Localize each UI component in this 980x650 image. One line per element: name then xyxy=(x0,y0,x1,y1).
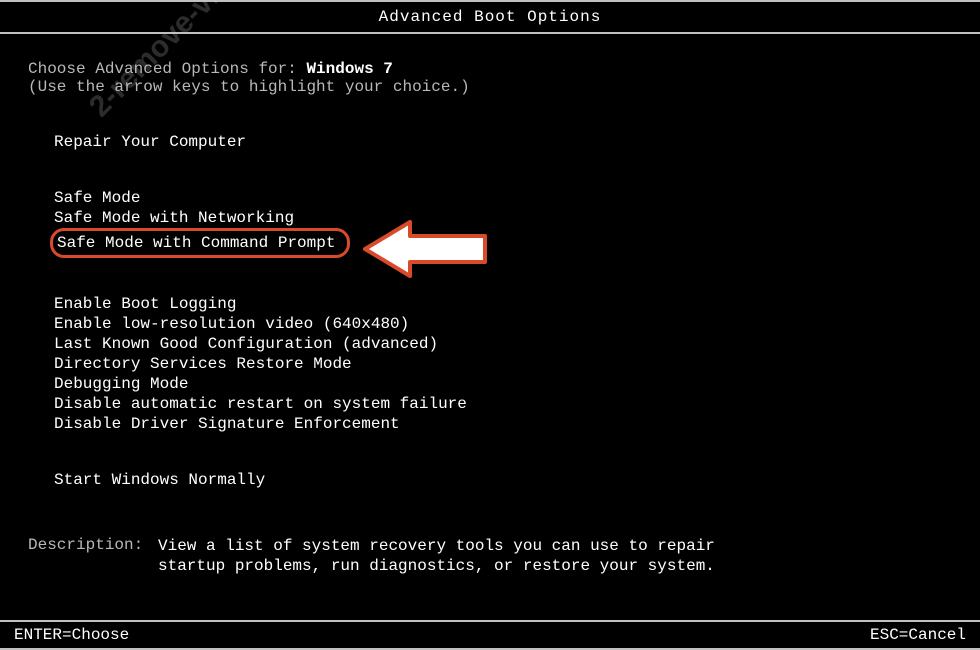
footer-enter-hint: ENTER=Choose xyxy=(14,626,129,644)
menu-item-directory-services[interactable]: Directory Services Restore Mode xyxy=(50,354,356,374)
menu-item-safe-mode-networking[interactable]: Safe Mode with Networking xyxy=(50,208,298,228)
menu-item-disable-driver-sig[interactable]: Disable Driver Signature Enforcement xyxy=(50,414,404,434)
description-text: View a list of system recovery tools you… xyxy=(158,536,718,576)
description-block: Description: View a list of system recov… xyxy=(28,536,952,576)
menu-item-low-res[interactable]: Enable low-resolution video (640x480) xyxy=(50,314,413,334)
menu-item-last-known-good[interactable]: Last Known Good Configuration (advanced) xyxy=(50,334,442,354)
description-label: Description: xyxy=(28,536,158,576)
footer-esc-hint: ESC=Cancel xyxy=(870,626,966,644)
menu-group-safemode: Safe Mode Safe Mode with Networking Safe… xyxy=(50,188,952,258)
footer-bar: ENTER=Choose ESC=Cancel xyxy=(0,620,980,650)
menu-group-repair: Repair Your Computer xyxy=(50,132,952,152)
main-content: Choose Advanced Options for: Windows 7 (… xyxy=(0,34,980,576)
menu-item-disable-restart[interactable]: Disable automatic restart on system fail… xyxy=(50,394,471,414)
page-title: Advanced Boot Options xyxy=(379,8,602,26)
menu-item-boot-logging[interactable]: Enable Boot Logging xyxy=(50,294,240,314)
hint-line: (Use the arrow keys to highlight your ch… xyxy=(28,78,952,96)
boot-menu: Repair Your Computer Safe Mode Safe Mode… xyxy=(28,132,952,490)
os-name: Windows 7 xyxy=(306,60,392,78)
menu-group-advanced: Enable Boot Logging Enable low-resolutio… xyxy=(50,294,952,434)
choose-line: Choose Advanced Options for: Windows 7 xyxy=(28,60,952,78)
menu-item-debugging[interactable]: Debugging Mode xyxy=(50,374,192,394)
menu-item-repair[interactable]: Repair Your Computer xyxy=(50,132,250,152)
menu-item-safe-mode-cmd[interactable]: Safe Mode with Command Prompt xyxy=(50,228,350,258)
menu-item-start-normally[interactable]: Start Windows Normally xyxy=(50,470,269,490)
menu-item-safe-mode[interactable]: Safe Mode xyxy=(50,188,144,208)
choose-prefix: Choose Advanced Options for: xyxy=(28,60,306,78)
title-bar: Advanced Boot Options xyxy=(0,0,980,34)
menu-group-normal: Start Windows Normally xyxy=(50,470,952,490)
